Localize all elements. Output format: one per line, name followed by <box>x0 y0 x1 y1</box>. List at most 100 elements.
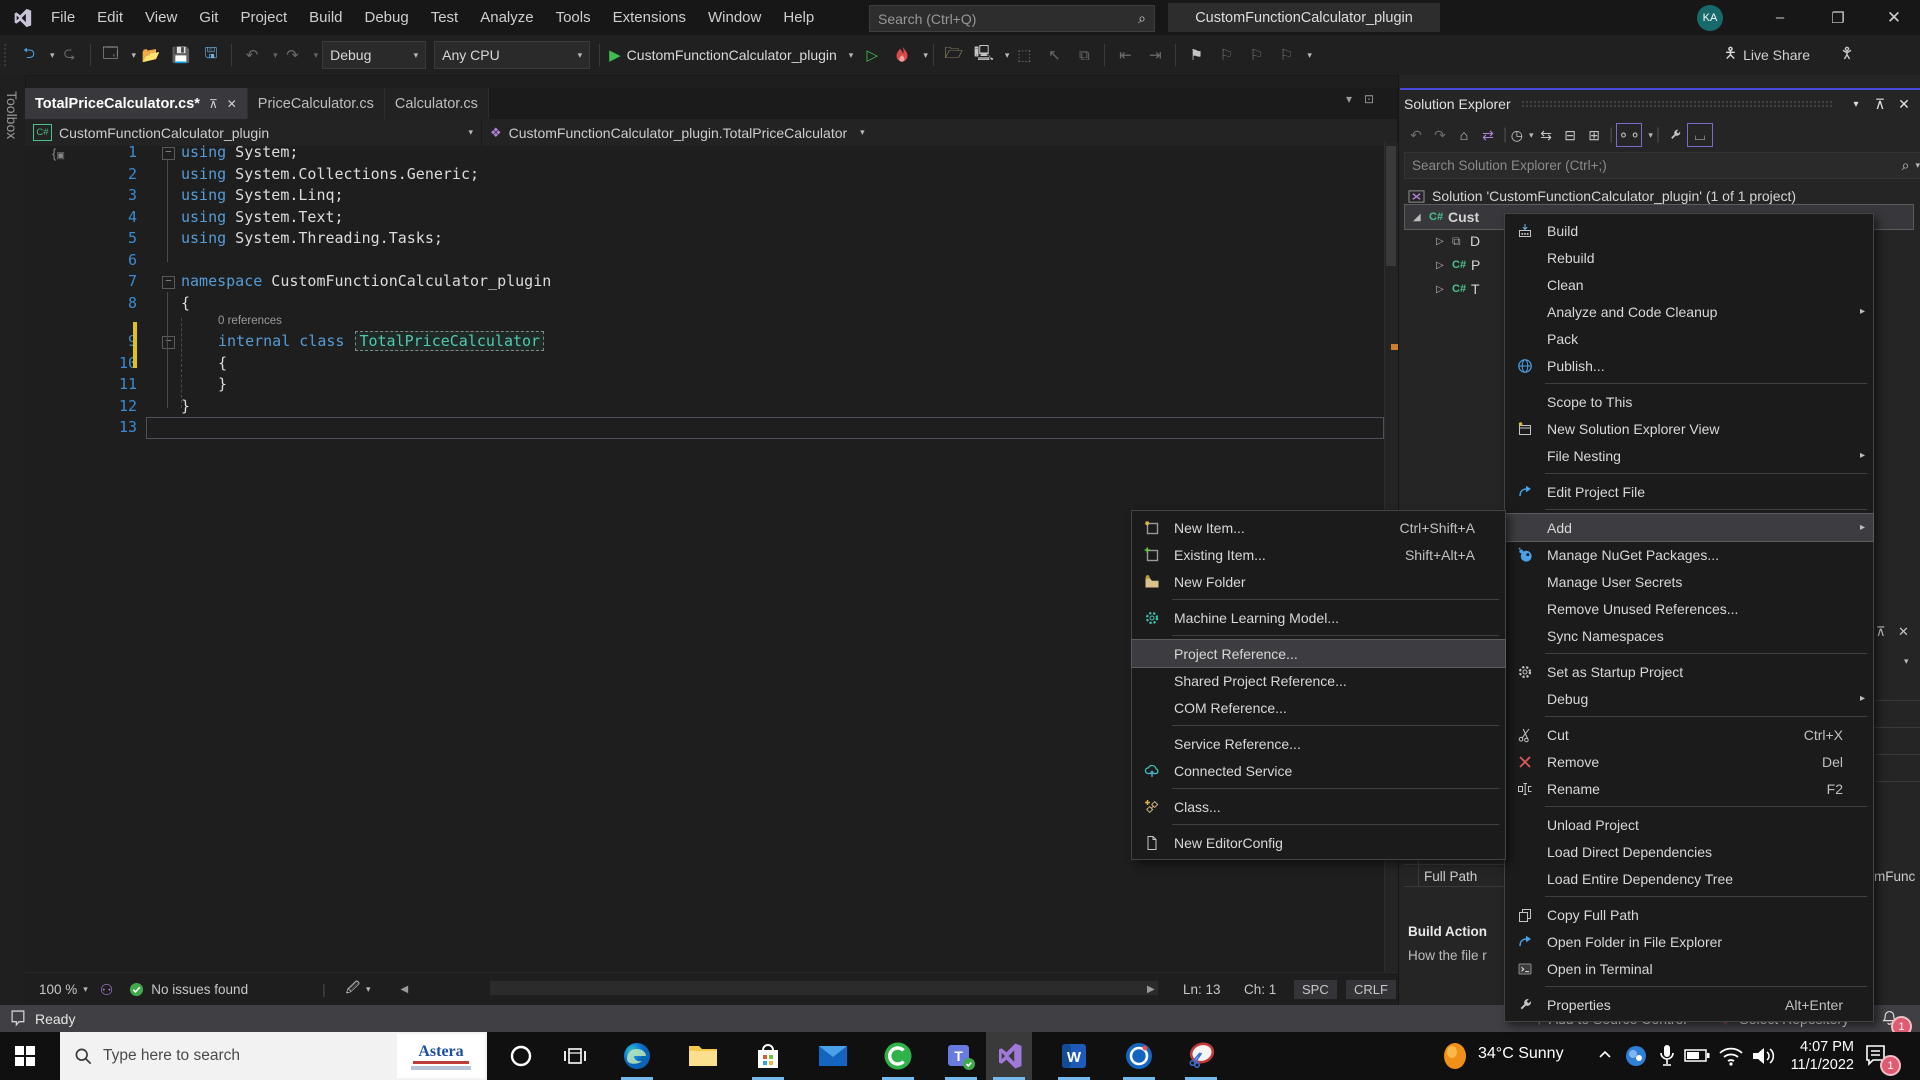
home-icon[interactable]: ⌂ <box>1452 124 1476 146</box>
show-all-files-icon[interactable]: ⚬⚬ <box>1616 123 1642 147</box>
pin-tab-icon[interactable]: ⊼ <box>209 97 218 111</box>
microphone-tray-icon[interactable] <box>1656 1043 1678 1069</box>
code-line-7[interactable]: 7–namespace CustomFunctionCalculator_plu… <box>25 271 1384 293</box>
menu-help[interactable]: Help <box>772 0 825 35</box>
save-all-icon[interactable]: 🖫 <box>199 43 223 67</box>
previous-bookmark-icon[interactable]: ⚐ <box>1214 43 1238 67</box>
context-menu-pack[interactable]: Pack <box>1505 325 1873 352</box>
scrollbar-thumb[interactable] <box>1386 146 1396 266</box>
onedrive-tray-icon[interactable] <box>1624 1044 1648 1068</box>
menu-tools[interactable]: Tools <box>545 0 602 35</box>
open-file-icon[interactable]: 📂 <box>139 43 163 67</box>
fold-collapse-icon[interactable]: – <box>162 276 175 289</box>
start-without-debugging-icon[interactable]: ▷ <box>860 43 884 67</box>
back-dropdown-icon[interactable]: ▾ <box>50 50 55 61</box>
solution-explorer-search-box[interactable]: Search Solution Explorer (Ctrl+;) ⌕▾ <box>1404 152 1920 179</box>
taskbar-app-capture-app[interactable] <box>1116 1032 1162 1080</box>
context-menu-copy-full-path[interactable]: Copy Full Path <box>1505 901 1873 928</box>
expand-arrow-icon[interactable]: ▷ <box>1436 284 1452 295</box>
context-menu-build[interactable]: Build <box>1505 217 1873 244</box>
code-line-12[interactable]: 12} <box>25 396 1384 418</box>
properties-pin-icon[interactable]: ⊼ <box>1876 624 1886 640</box>
navigate-back-icon[interactable]: ⮌ <box>17 43 41 67</box>
navigate-forward-icon[interactable]: ⮎ <box>58 43 82 67</box>
add-submenu-shared-project-reference[interactable]: Shared Project Reference... <box>1132 667 1505 694</box>
expand-arrow-icon[interactable]: ▷ <box>1436 260 1452 271</box>
switch-views-icon[interactable]: ⇆ <box>1534 124 1558 146</box>
redo-dropdown-icon[interactable]: ▾ <box>314 50 319 61</box>
hot-reload-dropdown-icon[interactable]: ▾ <box>923 50 928 61</box>
code-line-2[interactable]: 2using System.Collections.Generic; <box>25 164 1384 186</box>
add-submenu-new-item[interactable]: New Item...Ctrl+Shift+A <box>1132 514 1505 541</box>
new-project-icon[interactable]: 🗔 <box>99 43 123 67</box>
wifi-tray-icon[interactable] <box>1718 1045 1744 1067</box>
taskbar-search-box[interactable]: Type here to search Astera <box>60 1032 487 1080</box>
scroll-left-icon[interactable]: ◀ <box>401 984 409 995</box>
taskbar-app-mail[interactable] <box>810 1032 856 1080</box>
menu-test[interactable]: Test <box>420 0 470 35</box>
taskbar-app-word[interactable]: W <box>1051 1032 1097 1080</box>
context-menu-manage-nuget-packages[interactable]: Manage NuGet Packages... <box>1505 541 1873 568</box>
context-menu-new-solution-explorer-view[interactable]: New Solution Explorer View <box>1505 415 1873 442</box>
taskbar-app-visual-studio[interactable] <box>986 1032 1032 1080</box>
property-row-full-path[interactable]: Full Path <box>1424 869 1477 884</box>
taskbar-app-store[interactable] <box>745 1032 791 1080</box>
weather-sun-icon[interactable] <box>1440 1040 1470 1072</box>
menu-view[interactable]: View <box>134 0 188 35</box>
feedback-icon[interactable]: 🯆 <box>1835 43 1859 67</box>
code-line-11[interactable]: 11} <box>25 374 1384 396</box>
chevron-down-icon[interactable]: ▾ <box>1648 130 1653 141</box>
tab-calculator-cs[interactable]: Calculator.cs <box>385 88 489 119</box>
editor-horizontal-scrollbar[interactable] <box>490 981 1158 995</box>
menu-extensions[interactable]: Extensions <box>602 0 697 35</box>
properties-dropdown-icon[interactable]: ▾ <box>1904 656 1909 667</box>
show-hidden-icons-chevron[interactable] <box>1598 1048 1612 1060</box>
code-line-8[interactable]: 8{ <box>25 293 1384 315</box>
taskbar-app-file-explorer[interactable] <box>680 1032 726 1080</box>
battery-tray-icon[interactable] <box>1684 1046 1710 1064</box>
space-mode-indicator[interactable]: SPC <box>1294 980 1337 999</box>
preview-selected-icon[interactable]: ⊞ <box>1582 124 1606 146</box>
web-browser-icon[interactable]: 🖳 <box>972 43 996 67</box>
close-tab-icon[interactable]: ✕ <box>227 97 237 111</box>
taskbar-app-snipping-app[interactable] <box>1178 1032 1224 1080</box>
taskbar-app-teams[interactable]: T <box>938 1032 984 1080</box>
context-menu-load-direct-dependencies[interactable]: Load Direct Dependencies <box>1505 838 1873 865</box>
pointer-icon[interactable]: ↖ <box>1042 43 1066 67</box>
code-line-6[interactable]: 6 <box>25 250 1384 272</box>
collapse-all-icon[interactable]: ⊟ <box>1558 124 1582 146</box>
context-menu-properties[interactable]: PropertiesAlt+Enter <box>1505 991 1873 1018</box>
add-submenu-connected-service[interactable]: Connected Service <box>1132 757 1505 784</box>
tab-list-dropdown-icon[interactable]: ▾ <box>1346 92 1352 106</box>
menu-debug[interactable]: Debug <box>354 0 420 35</box>
line-ending-indicator[interactable]: CRLF <box>1346 980 1396 999</box>
undo-icon[interactable]: ↶ <box>240 43 264 67</box>
fold-collapse-icon[interactable]: – <box>162 336 175 349</box>
menu-window[interactable]: Window <box>697 0 772 35</box>
context-menu-edit-project-file[interactable]: Edit Project File <box>1505 478 1873 505</box>
context-menu-remove[interactable]: RemoveDel <box>1505 748 1873 775</box>
add-submenu-class[interactable]: Class... <box>1132 793 1505 820</box>
code-cleanup-icon[interactable]: 🖉▾ <box>346 978 371 1001</box>
taskbar-app-edge[interactable] <box>614 1032 660 1080</box>
fold-collapse-icon[interactable]: – <box>162 147 175 160</box>
browser-dropdown-icon[interactable]: ▾ <box>1005 50 1010 61</box>
context-menu-rename[interactable]: RenameF2 <box>1505 775 1873 802</box>
pin-icon[interactable]: ⊼ <box>1868 93 1892 115</box>
code-line-1[interactable]: 1–using System; <box>25 142 1384 164</box>
context-menu-sync-namespaces[interactable]: Sync Namespaces <box>1505 622 1873 649</box>
code-line-9[interactable]: 9–internal class TotalPriceCalculator <box>25 331 1384 353</box>
code-line-10[interactable]: 10{ <box>25 353 1384 375</box>
se-back-icon[interactable]: ↶ <box>1404 124 1428 146</box>
float-window-icon[interactable]: ⊡ <box>1364 92 1374 106</box>
tab-pricecalculator-cs[interactable]: PriceCalculator.cs <box>248 88 385 119</box>
menu-build[interactable]: Build <box>298 0 353 35</box>
pending-changes-filter-icon[interactable]: ◷▾ <box>1510 124 1534 146</box>
redo-icon[interactable]: ↷ <box>281 43 305 67</box>
context-menu-rebuild[interactable]: Rebuild <box>1505 244 1873 271</box>
code-line-3[interactable]: 3using System.Linq; <box>25 185 1384 207</box>
context-menu-scope-to-this[interactable]: Scope to This <box>1505 388 1873 415</box>
clear-bookmarks-icon[interactable]: ⚐ <box>1274 43 1298 67</box>
live-share-button[interactable]: 🯅 Live Share <box>1724 43 1810 68</box>
code-line-13[interactable]: 13 <box>25 417 1384 439</box>
